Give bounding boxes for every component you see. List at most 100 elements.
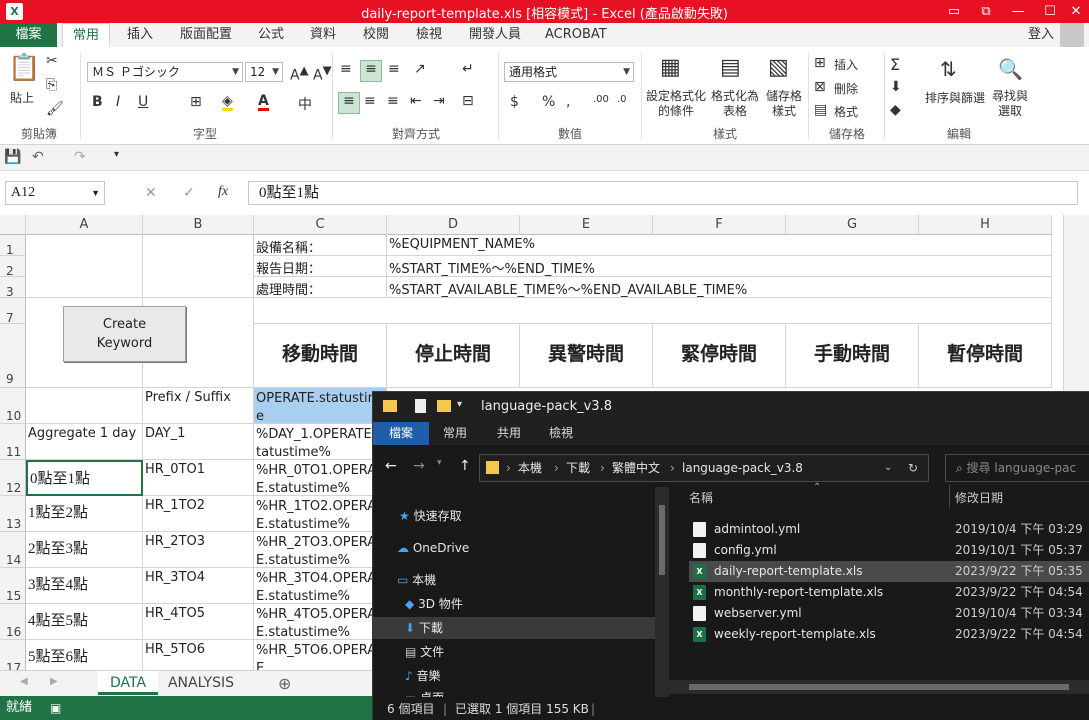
- format-cells-icon[interactable]: ▤: [814, 102, 827, 118]
- decrease-indent-icon[interactable]: ⇤: [410, 93, 422, 109]
- forward-arrow-icon[interactable]: →: [413, 458, 425, 474]
- format-painter-icon[interactable]: 🖌: [46, 101, 64, 117]
- create-keyword-button[interactable]: Create Keyword: [63, 306, 186, 362]
- row-header-12[interactable]: 12: [0, 460, 26, 496]
- column-header-d[interactable]: D: [387, 215, 520, 235]
- explorer-tab-home[interactable]: 常用: [429, 422, 481, 445]
- nav-documents[interactable]: ▤ 文件: [405, 643, 444, 661]
- file-row[interactable]: X weekly-report-template.xls 2023/9/22 下…: [689, 624, 1089, 645]
- sheet-tab-analysis[interactable]: ANALYSIS: [160, 671, 242, 695]
- cell-a15[interactable]: 3點至4點: [26, 568, 143, 604]
- phonetic-icon[interactable]: 中: [298, 94, 312, 114]
- cell-c1[interactable]: 設備名稱：: [254, 235, 387, 256]
- conditional-formatting-button[interactable]: 設定格式化 的條件: [645, 89, 707, 119]
- sheet-tab-data[interactable]: DATA: [98, 671, 158, 695]
- tab-review[interactable]: 校閱: [363, 23, 389, 47]
- cell-c3[interactable]: 處理時間：: [254, 277, 387, 298]
- nav-scrollbar[interactable]: [655, 487, 669, 697]
- tab-acrobat[interactable]: ACROBAT: [545, 23, 607, 47]
- nav-onedrive[interactable]: ☁ OneDrive: [397, 539, 469, 557]
- cell-b12[interactable]: HR_0TO1: [143, 460, 254, 496]
- find-select-button[interactable]: 尋找與 選取: [988, 89, 1032, 119]
- increase-indent-icon[interactable]: ⇥: [433, 93, 445, 109]
- tab-insert[interactable]: 插入: [127, 23, 153, 47]
- binoculars-icon[interactable]: 🔍: [998, 57, 1023, 81]
- align-bottom-icon[interactable]: ≡: [388, 61, 400, 77]
- cut-icon[interactable]: ✂: [46, 53, 58, 69]
- tab-view[interactable]: 檢視: [416, 23, 442, 47]
- column-header-e[interactable]: E: [520, 215, 653, 235]
- cell-b17[interactable]: HR_5TO6: [143, 640, 254, 670]
- file-row[interactable]: admintool.yml 2019/10/4 下午 03:29: [689, 519, 1089, 540]
- chevron-down-icon[interactable]: ▾: [457, 399, 462, 410]
- refresh-icon[interactable]: ↻: [908, 455, 918, 481]
- macro-record-icon[interactable]: ▣: [50, 696, 61, 720]
- cell-c15[interactable]: %HR_3TO4.OPERATE.statustime%: [254, 568, 387, 604]
- cell-b1-b3[interactable]: [143, 235, 254, 298]
- row-header-3[interactable]: 3: [0, 277, 26, 299]
- formula-input[interactable]: 0點至1點: [248, 181, 1078, 205]
- cell-c2[interactable]: 報告日期：: [254, 256, 387, 277]
- row-header-17[interactable]: 17: [0, 640, 26, 670]
- breadcrumb-this-pc[interactable]: 本機: [518, 455, 542, 481]
- explorer-tab-share[interactable]: 共用: [483, 422, 535, 445]
- cell-d1[interactable]: %EQUIPMENT_NAME%: [387, 235, 1052, 256]
- row-header-14[interactable]: 14: [0, 532, 26, 568]
- nav-3d-objects[interactable]: ◆ 3D 物件: [405, 595, 463, 613]
- cell-b15[interactable]: HR_3TO4: [143, 568, 254, 604]
- minimize-button[interactable]: —: [1002, 0, 1034, 23]
- confirm-entry-icon[interactable]: ✓: [183, 185, 195, 201]
- back-arrow-icon[interactable]: ←: [385, 458, 397, 474]
- cell-b10[interactable]: Prefix / Suffix: [143, 388, 254, 424]
- cell-c16[interactable]: %HR_4TO5.OPERATE.statustime%: [254, 604, 387, 640]
- cell-a13[interactable]: 1點至2點: [26, 496, 143, 532]
- row-header-13[interactable]: 13: [0, 496, 26, 532]
- align-middle-icon[interactable]: ≡: [360, 60, 382, 82]
- add-sheet-icon[interactable]: ⊕: [278, 674, 291, 693]
- cell-a17[interactable]: 5點至6點: [26, 640, 143, 670]
- cell-a1-a3[interactable]: [26, 235, 143, 298]
- redo-icon[interactable]: ↷: [74, 149, 86, 165]
- font-color-icon[interactable]: A: [258, 94, 269, 111]
- tab-page-layout[interactable]: 版面配置: [180, 23, 232, 47]
- breadcrumb-downloads[interactable]: 下載: [566, 455, 590, 481]
- comma-style-icon[interactable]: ,: [566, 94, 570, 110]
- orientation-icon[interactable]: ↗: [414, 61, 426, 77]
- restore-small-icon[interactable]: ⧉: [970, 0, 1002, 23]
- address-bar[interactable]: › 本機 › 下載 › 繁體中文 › language-pack_v3.8 ⌄ …: [479, 454, 929, 482]
- conditional-formatting-icon[interactable]: ▦: [660, 55, 681, 80]
- italic-icon[interactable]: I: [116, 94, 120, 110]
- cell-c17[interactable]: %HR_5TO6.OPERATE: [254, 640, 387, 670]
- column-date-header[interactable]: 修改日期: [955, 489, 1003, 506]
- select-all-corner[interactable]: [0, 215, 26, 235]
- recent-chevron-icon[interactable]: ▾: [437, 458, 442, 468]
- nav-quick-access[interactable]: ★ 快速存取: [399, 507, 462, 525]
- insert-cells-icon[interactable]: ⊞: [814, 55, 826, 71]
- signin-link[interactable]: 登入: [1028, 23, 1054, 47]
- copy-icon[interactable]: ⎘: [46, 77, 57, 93]
- column-header-c[interactable]: C: [254, 215, 387, 235]
- cell-d3[interactable]: %START_AVAILABLE_TIME%～%END_AVAILABLE_TI…: [387, 277, 1052, 298]
- font-size-select[interactable]: 12 ▼: [245, 62, 283, 82]
- percent-icon[interactable]: %: [542, 94, 555, 110]
- cell-d2[interactable]: %START_TIME%～%END_TIME%: [387, 256, 1052, 277]
- number-format-select[interactable]: 通用格式 ▼: [504, 62, 634, 82]
- file-row[interactable]: X monthly-report-template.xls 2023/9/22 …: [689, 582, 1089, 603]
- column-name-header[interactable]: 名稱: [689, 489, 713, 506]
- name-box[interactable]: A12 ▼: [5, 181, 105, 205]
- paste-button[interactable]: 貼上: [10, 89, 34, 106]
- nav-music[interactable]: ♪ 音樂: [405, 667, 441, 685]
- nav-downloads[interactable]: ⬇ 下載: [405, 619, 443, 637]
- cell-c13[interactable]: %HR_1TO2.OPERATE.statustime%: [254, 496, 387, 532]
- header-stop-time[interactable]: 停止時間: [387, 324, 520, 388]
- tab-developer[interactable]: 開發人員: [469, 23, 521, 47]
- explorer-tab-view[interactable]: 檢視: [535, 422, 587, 445]
- close-button[interactable]: ✕: [1060, 0, 1089, 23]
- explorer-tab-file[interactable]: 檔案: [373, 422, 429, 445]
- sort-filter-button[interactable]: 排序與篩選: [924, 89, 986, 106]
- row-header-7[interactable]: 7: [0, 298, 26, 325]
- row-header-15[interactable]: 15: [0, 568, 26, 604]
- save-icon[interactable]: 💾: [4, 149, 21, 165]
- customize-qat-icon[interactable]: ▾: [114, 149, 119, 160]
- insert-cells-button[interactable]: 插入: [834, 56, 858, 73]
